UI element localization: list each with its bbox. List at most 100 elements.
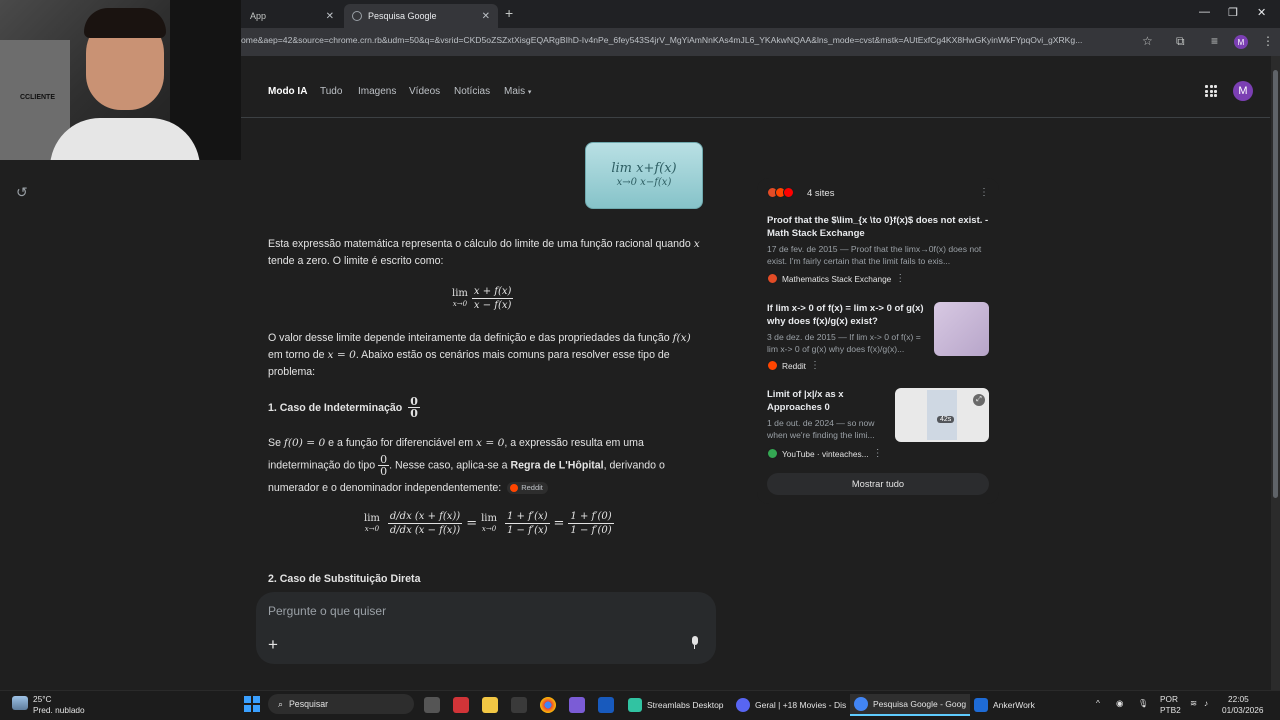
lim2-label: lim: [364, 512, 380, 524]
store-icon[interactable]: [511, 697, 527, 713]
tray-mic-icon[interactable]: 🎙: [1138, 698, 1149, 709]
taskbar-app-streamlabs[interactable]: Streamlabs Desktop: [624, 694, 728, 716]
s1-bold: Regra de L'Hôpital: [510, 459, 604, 472]
add-attachment-icon[interactable]: +: [268, 635, 278, 655]
para2-x0: x = 0: [327, 349, 356, 361]
formula-fraction: x + f(x) x − f(x): [471, 285, 514, 312]
reading-list-icon[interactable]: ≡: [1211, 34, 1218, 48]
minimize-icon[interactable]: —: [1199, 6, 1210, 18]
account-avatar[interactable]: M: [1233, 81, 1253, 101]
wifi-icon[interactable]: ≋: [1190, 698, 1197, 708]
prompt-input[interactable]: [268, 604, 688, 618]
source-3-more-icon[interactable]: ⋮: [873, 448, 883, 459]
query-image-thumbnail[interactable]: lim x+f(x) x→0 x−f(x): [585, 142, 703, 209]
tab-imagens[interactable]: Imagens: [358, 86, 396, 97]
tab-videos[interactable]: Vídeos: [409, 86, 440, 97]
sources-more-icon[interactable]: ⋮: [979, 187, 989, 198]
task-view-icon[interactable]: [424, 697, 440, 713]
source-1-title[interactable]: Proof that the $\lim_{x \to 0}f(x)$ does…: [767, 214, 992, 240]
google-apps-icon[interactable]: [1205, 85, 1217, 97]
show-all-button[interactable]: Mostrar tudo: [767, 473, 989, 495]
source-3-site[interactable]: YouTube · vinteaches... ⋮: [767, 448, 883, 459]
source-2-site[interactable]: Reddit ⋮: [767, 360, 820, 371]
url-field[interactable]: ome&aep=42&source=chrome.crn.rb&udm=50&q…: [241, 35, 1136, 45]
expand-icon[interactable]: ⤢: [973, 394, 985, 406]
formula-lhopital: lim x→0 d/dx (x + f(x)) d/dx (x − f(x)) …: [364, 510, 614, 537]
tab-noticias[interactable]: Notícias: [454, 86, 490, 97]
tray-chevron-icon[interactable]: ^: [1096, 698, 1100, 708]
youtube-channel-icon: [767, 448, 778, 459]
tray-app-icon[interactable]: ◉: [1116, 698, 1123, 708]
new-tab-icon[interactable]: +: [505, 5, 513, 21]
keyboard-layout[interactable]: PTB2: [1160, 705, 1181, 715]
copilot-icon[interactable]: [569, 697, 585, 713]
scrollbar-thumb[interactable]: [1273, 70, 1278, 498]
source-chip-reddit[interactable]: Reddit: [507, 482, 548, 495]
taskbar-app-chrome[interactable]: Pesquisa Google - Goog: [850, 694, 971, 716]
tab-tudo[interactable]: Tudo: [320, 86, 342, 97]
history-icon[interactable]: ↺: [16, 184, 28, 201]
reddit-icon: [767, 360, 778, 371]
formula-numerator: x + f(x): [471, 286, 514, 299]
source-1-site[interactable]: Mathematics Stack Exchange ⋮: [767, 273, 905, 284]
formula2-den3: 1 − f′(0): [570, 525, 612, 536]
query-image-line2: x→0 x−f(x): [616, 177, 672, 189]
tab-modo-ia[interactable]: Modo IA: [268, 86, 307, 97]
section-1-heading: 1. Caso de Indeterminação 0 0: [268, 396, 420, 419]
taskbar-app-discord[interactable]: Geral | +18 Movies - Dis: [732, 694, 850, 716]
taskbar-app-ankerwork[interactable]: AnkerWork: [970, 694, 1039, 716]
word-icon[interactable]: [598, 697, 614, 713]
clock-time[interactable]: 22:05: [1228, 694, 1249, 704]
source-chip-label: Reddit: [521, 483, 543, 493]
browser-profile-avatar[interactable]: M: [1234, 35, 1248, 49]
weather-desc: Pred. nublado: [33, 705, 85, 715]
intro-text-post: tende a zero. O limite é escrito como:: [268, 255, 444, 267]
extensions-icon[interactable]: ⧉: [1176, 34, 1185, 49]
source-2-title[interactable]: If lim x-> 0 of f(x) = lim x-> 0 of g(x)…: [767, 302, 927, 328]
source-3-snippet: 1 de out. de 2024 — so now when we're fi…: [767, 418, 875, 440]
restore-icon[interactable]: ❐: [1228, 6, 1238, 19]
language-code[interactable]: POR: [1160, 694, 1178, 704]
sources-favicons: [767, 187, 794, 198]
formula2-num3: 1 + f′(0): [568, 511, 614, 524]
prompt-box: [256, 592, 716, 664]
weather-icon[interactable]: [12, 696, 28, 710]
app-label: Pesquisa Google - Goog: [873, 699, 967, 709]
source-3-video-thumbnail[interactable]: 42s ⤢: [895, 388, 989, 442]
bookmark-star-icon[interactable]: ☆: [1142, 34, 1153, 48]
clock-date[interactable]: 01/03/2026: [1222, 705, 1264, 715]
tab-mais[interactable]: Mais ▾: [504, 86, 531, 97]
chrome-icon[interactable]: [540, 697, 556, 713]
tab-pesquisa-google[interactable]: Pesquisa Google ✕: [344, 4, 498, 28]
section-1-title: 1. Caso de Indeterminação: [268, 401, 403, 414]
search-icon: ⌕: [278, 698, 283, 709]
source-2-snippet: 3 de dez. de 2015 — If lim x-> 0 of f(x)…: [767, 332, 921, 354]
close-tab-icon[interactable]: ✕: [326, 11, 334, 22]
app-icon-red[interactable]: [453, 697, 469, 713]
close-window-icon[interactable]: ✕: [1257, 6, 1266, 19]
windows-start-icon[interactable]: [244, 696, 260, 712]
source-2-more-icon[interactable]: ⋮: [810, 360, 820, 371]
microphone-icon[interactable]: [690, 636, 699, 650]
google-favicon-icon: [352, 11, 362, 21]
lim-sub: x→0: [452, 299, 468, 308]
menu-dots-icon[interactable]: ⋮: [1262, 34, 1274, 48]
source-2-thumbnail[interactable]: [934, 302, 989, 356]
source-3-title[interactable]: Limit of |x|/x as x Approaches 0: [767, 388, 877, 414]
query-image-line1: lim x+f(x): [611, 161, 677, 177]
file-explorer-icon[interactable]: [482, 697, 498, 713]
reddit-icon: [510, 484, 519, 493]
formula-limit: lim x→0 x + f(x) x − f(x): [452, 285, 514, 312]
app-label: Streamlabs Desktop: [647, 700, 724, 710]
formula-lim: lim x→0: [452, 288, 468, 309]
taskbar-search[interactable]: ⌕ Pesquisar: [268, 694, 414, 714]
formula2-num1: d/dx (x + f(x)): [387, 511, 463, 524]
tab-app[interactable]: App ✕: [234, 4, 342, 28]
close-tab-icon[interactable]: ✕: [482, 11, 490, 22]
tab-label: Pesquisa Google: [368, 11, 437, 21]
volume-icon[interactable]: ♪: [1204, 698, 1208, 708]
s1-b: e a função for diferenciável em: [328, 437, 474, 449]
source-1-more-icon[interactable]: ⋮: [895, 273, 905, 284]
lim2-sub: x→0: [364, 524, 380, 533]
source-3-site-label: YouTube · vinteaches...: [782, 448, 869, 459]
